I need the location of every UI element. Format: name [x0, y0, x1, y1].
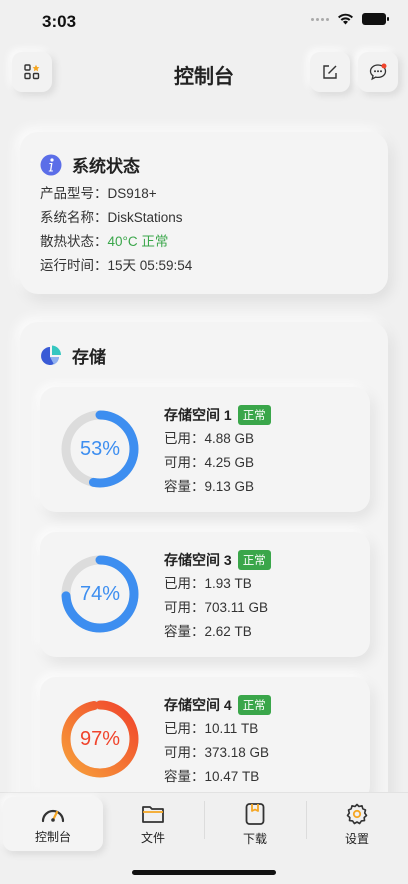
tab-label: 控制台: [34, 829, 71, 844]
message-icon: [369, 63, 387, 81]
usage-percent: 53%: [79, 438, 121, 460]
system-status-title: 系统状态: [72, 157, 140, 176]
usage-percent: 97%: [79, 728, 121, 750]
used-text: 已用：1.93 TB: [164, 576, 252, 591]
tab-download[interactable]: 下载: [205, 797, 305, 851]
status-badge: 正常: [237, 695, 271, 715]
status-badge: 正常: [237, 405, 271, 425]
usage-percent: 74%: [79, 583, 121, 605]
volume-name: 存储空间 4: [164, 697, 232, 713]
capacity-text: 容量：10.47 TB: [164, 769, 260, 784]
capacity-text: 容量：9.13 GB: [164, 479, 255, 494]
model-row: 产品型号：DS918+: [40, 186, 157, 201]
volume-name: 存储空间 1: [164, 407, 232, 423]
storage-item[interactable]: 97% 存储空间 4 正常 已用：10.11 TB 可用：373.18 GB 容…: [40, 677, 370, 802]
gear-icon: [346, 803, 368, 824]
status-badge: 正常: [237, 550, 271, 570]
tab-files[interactable]: 文件: [103, 797, 203, 851]
free-text: 可用：373.18 GB: [164, 745, 270, 760]
wifi-icon: [338, 13, 353, 25]
storage-item[interactable]: 74% 存储空间 3 正常 已用：1.93 TB 可用：703.11 GB 容量…: [40, 532, 370, 657]
tab-label: 设置: [344, 831, 369, 846]
storage-card: 存储 53% 存储空间 1 正常 已用：4.88 GB 可用：4.25 GB 容…: [20, 322, 388, 822]
status-time: 3:03: [42, 12, 77, 31]
tab-settings[interactable]: 设置: [307, 797, 407, 851]
thermal-status-value: 40°C 正常: [107, 234, 169, 249]
storage-item[interactable]: 53% 存储空间 1 正常 已用：4.88 GB 可用：4.25 GB 容量：9…: [40, 387, 370, 512]
edit-icon: [323, 65, 337, 79]
tab-dashboard[interactable]: 控制台: [3, 797, 103, 851]
home-indicator: [132, 870, 276, 875]
info-icon: [40, 154, 62, 175]
battery-icon: [362, 13, 389, 25]
download-icon: [245, 802, 265, 825]
signal-icon: [311, 17, 329, 21]
free-text: 可用：703.11 GB: [164, 600, 269, 615]
tab-label: 文件: [140, 830, 165, 845]
storage-title: 存储: [72, 348, 106, 367]
system-name-row: 系统名称：DiskStations: [40, 210, 183, 225]
tab-label: 下载: [242, 831, 267, 846]
uptime-row: 运行时间：15天 05:59:54: [40, 258, 193, 273]
free-text: 可用：4.25 GB: [164, 455, 255, 470]
messages-button[interactable]: [358, 52, 398, 92]
folder-icon: [142, 805, 164, 823]
used-text: 已用：10.11 TB: [164, 721, 259, 736]
used-text: 已用：4.88 GB: [164, 431, 255, 446]
thermal-row: 散热状态：40°C 正常: [40, 234, 169, 249]
volume-name: 存储空间 3: [164, 552, 232, 568]
edit-button[interactable]: [310, 52, 350, 92]
dashboard-icon: [41, 809, 65, 822]
capacity-text: 容量：2.62 TB: [164, 624, 252, 639]
system-status-card: 系统状态 产品型号：DS918+ 系统名称：DiskStations 散热状态：…: [20, 132, 388, 294]
status-bar: 3:03: [0, 0, 408, 44]
pie-chart-icon: [41, 345, 62, 365]
